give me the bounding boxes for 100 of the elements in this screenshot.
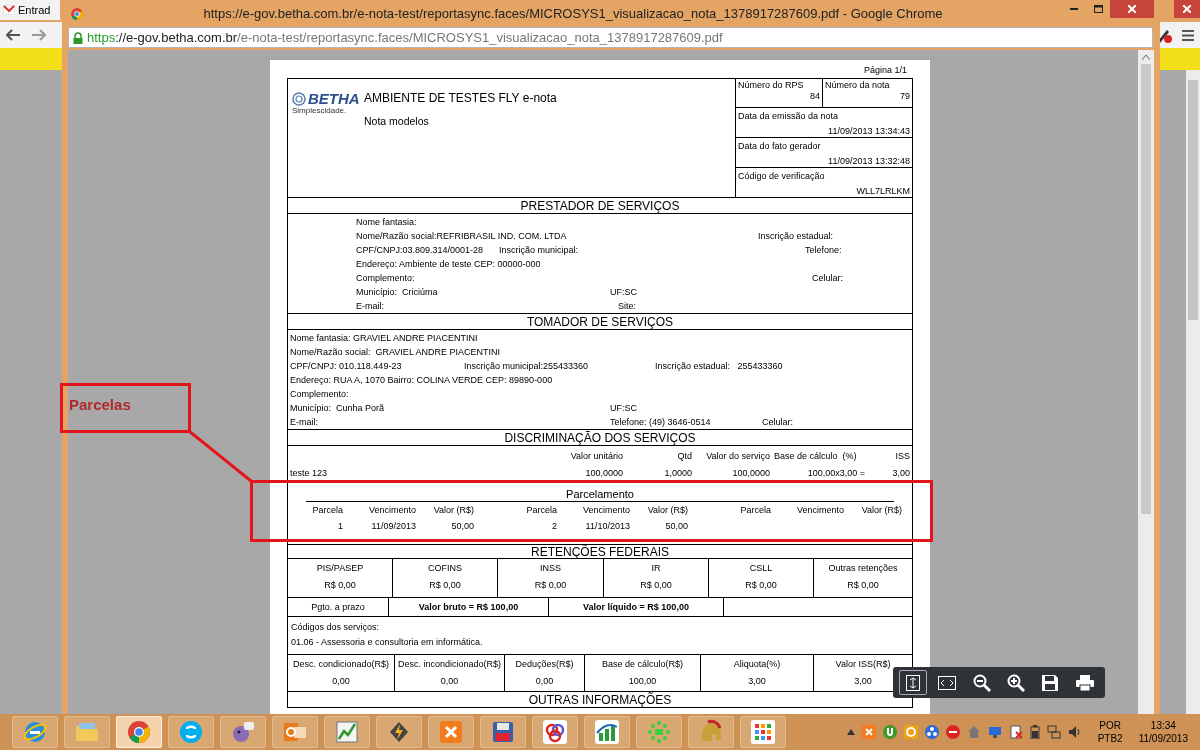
cell-label: Desc. condicionado(R$) [292, 659, 389, 670]
cell-value: R$ 0,00 [847, 580, 879, 591]
keyboard-indicator[interactable]: PTB2 [1097, 732, 1123, 745]
taskbar-button[interactable] [168, 716, 214, 748]
taskbar-button[interactable] [532, 716, 578, 748]
field-text: CPF/CNPJ:03.809.314/0001-28 [356, 244, 485, 256]
menu-icon[interactable] [1182, 29, 1194, 41]
monitor-icon[interactable] [987, 725, 1002, 739]
cell-value: 0,00 [440, 676, 459, 687]
taskbar-button[interactable] [220, 716, 266, 748]
field-text: Inscrição municipal:255433360 [464, 360, 590, 372]
table-cell-text: 2 [551, 520, 557, 532]
address-bar[interactable]: https://e-gov.betha.com.br/e-nota-test/reportasync.faces/MICROSYS1_visualizacao_nota_1378917287609.pdf [68, 27, 1153, 48]
field-text: Nome/Razão social: GRAVIEL ANDRE PIACENTINI [290, 346, 501, 358]
cell-label: Valor ISS(R$) [835, 659, 891, 670]
column-header: Base de cálculo (%) [773, 450, 858, 462]
scroll-up-icon[interactable] [1142, 55, 1150, 60]
logo-text: BETHA [308, 91, 360, 106]
clock-time[interactable]: 13:34 [1150, 719, 1176, 732]
field-text: Inscrição estadual: [758, 230, 834, 242]
section-header: RETENÇÕES FEDERAIS [287, 545, 913, 559]
cell-value: R$ 0,00 [429, 580, 461, 591]
page-number: Página 1/1 [863, 65, 907, 77]
document-title: AMBIENTE DE TESTES FLY e-nota [364, 91, 557, 105]
logo-tagline: Simplescidade. [292, 106, 348, 116]
scrollbar[interactable] [1138, 50, 1154, 714]
taskbar-button[interactable] [428, 716, 474, 748]
info-value: WLL7LRLKM [856, 186, 910, 197]
window-title: https://e-gov.betha.com.br/e-nota-test/reportasync.faces/MICROSYS1_visualizacao_nota_1378917287609.pdf - Google Chrome [203, 4, 943, 23]
maximize-icon [1093, 5, 1103, 13]
column-header: Parcela [739, 504, 771, 516]
cell-label: Base de cálculo(R$) [601, 659, 683, 670]
taskbar-button[interactable] [480, 716, 526, 748]
speaker-icon[interactable] [1067, 725, 1082, 739]
field-text: Complemento: [290, 388, 349, 400]
info-label: Data do fato gerador [738, 141, 822, 152]
save-icon [1042, 674, 1059, 691]
bar-chart-icon [594, 719, 620, 745]
circle-icon[interactable] [882, 725, 897, 739]
cell-value: 3,00 [854, 676, 872, 687]
language-indicator[interactable]: POR [1099, 719, 1121, 732]
field-text: Inscrição estadual: 255433360 [655, 360, 783, 372]
info-label: Código de verificação [738, 171, 826, 182]
service-description: teste 123 [290, 467, 329, 479]
close-button[interactable] [1110, 0, 1154, 18]
taskbar-button[interactable] [376, 716, 422, 748]
table-cell-text: 11/10/2013 [584, 520, 630, 532]
bird-icon [230, 719, 256, 745]
battery-icon[interactable] [1029, 725, 1040, 739]
taskbar-button[interactable] [12, 716, 58, 748]
field-text: UF:SC [610, 402, 637, 414]
scrollbar[interactable] [1186, 70, 1200, 714]
section-header: PRESTADOR DE SERVIÇOS [287, 198, 913, 214]
rings-icon [542, 719, 568, 745]
table-cell-text: 11/09/2013 [370, 520, 416, 532]
cell-label: CSLL [749, 563, 773, 574]
zoom-in-icon [1007, 673, 1026, 692]
minimize-icon [1070, 8, 1078, 10]
field-text: Município: Criciúma [356, 286, 439, 298]
section-header: TOMADOR DE SERVIÇOS [287, 314, 913, 330]
column-header: Valor (R$) [860, 504, 902, 516]
back-arrow-icon[interactable] [6, 29, 20, 41]
taskbar-button[interactable] [740, 716, 786, 748]
taskbar-button[interactable] [584, 716, 630, 748]
info-value: 11/09/2013 13:34:43 [828, 126, 910, 137]
taskbar-button[interactable] [324, 716, 370, 748]
field-text: Município: Cunha Porã [290, 402, 386, 414]
document-icon[interactable] [1008, 725, 1023, 739]
cell-label: Aliquota(%) [733, 659, 781, 670]
field-text: Endereço: RUA A, 1070 Bairro: COLINA VERDE CEP: 89890-000 [290, 374, 553, 386]
close-button[interactable] [1174, 0, 1200, 18]
table-cell-text: 1,0000 [663, 467, 692, 479]
browser-tab[interactable]: Entrad [0, 0, 60, 20]
total-text: Valor bruto = R$ 100,00 [418, 601, 519, 613]
taskbar-button[interactable] [688, 716, 734, 748]
cell-value: 0,00 [535, 676, 554, 687]
document-subtitle: Nota modelos [364, 115, 430, 128]
flower-icon[interactable] [924, 725, 939, 739]
cell-value: 3,00 [748, 676, 766, 687]
column-header: Parcela [311, 504, 343, 516]
minus-icon[interactable] [945, 725, 960, 739]
floppy-icon [490, 719, 516, 745]
fit-page-button[interactable] [899, 670, 928, 695]
section-header: DISCRIMINAÇÃO DOS SERVIÇOS [287, 430, 913, 446]
network-icon[interactable] [1046, 725, 1061, 739]
cross-logo-icon[interactable] [861, 725, 876, 739]
caret-icon[interactable] [846, 729, 855, 735]
cell-label: Outras retenções [828, 563, 898, 574]
chrome-icon [126, 719, 152, 745]
info-value: 84 [810, 91, 820, 102]
column-header: Qtd [676, 450, 692, 462]
forward-arrow-icon[interactable] [32, 29, 46, 41]
ring-icon[interactable] [903, 725, 918, 739]
cell-label: PIS/PASEP [316, 563, 364, 574]
table-cell-text: 3,00 [891, 467, 910, 479]
field-text: E-mail: [290, 416, 319, 428]
field-text: Celular: [762, 416, 793, 428]
taskbar-button[interactable] [272, 716, 318, 748]
field-text: Telefone: [805, 244, 842, 256]
clock-date[interactable]: 11/09/2013 [1138, 732, 1188, 745]
